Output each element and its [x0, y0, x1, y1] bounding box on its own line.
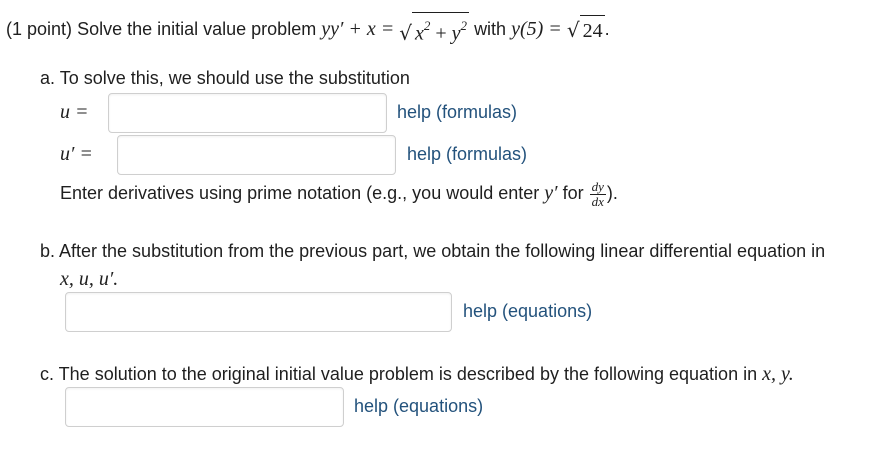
fraction-numerator: dy — [589, 178, 606, 195]
problem-statement: (1 point) Solve the initial value proble… — [6, 12, 610, 45]
points-label: (1 point) — [6, 19, 73, 40]
help-formulas-link-2[interactable]: help (formulas) — [407, 144, 527, 165]
dy-dx-fraction: dy dx — [589, 178, 606, 209]
part-a-prompt: a. To solve this, we should use the subs… — [40, 68, 410, 88]
exponent-y: 2 — [460, 18, 468, 33]
note-close: ). — [606, 183, 618, 203]
u-label: u = — [60, 101, 89, 123]
exponent-x: 2 — [423, 18, 431, 33]
help-equations-link-b[interactable]: help (equations) — [463, 301, 592, 322]
linear-equation-input[interactable] — [65, 292, 452, 332]
part-c-prompt: c. The solution to the original initial … — [40, 363, 794, 386]
u-substitution-input[interactable] — [108, 93, 387, 133]
part-c-variables: x, y. — [762, 363, 794, 385]
u-prime-label: u′ = — [60, 143, 93, 165]
note-for: for — [562, 183, 584, 203]
with-label: with — [474, 19, 507, 40]
note-y-prime: y′ — [544, 182, 558, 204]
radicand-x: x — [414, 22, 424, 45]
help-formulas-link-1[interactable]: help (formulas) — [397, 102, 517, 123]
equation-lhs: yy′ + x = — [321, 18, 395, 41]
help-equations-link-c[interactable]: help (equations) — [354, 396, 483, 417]
part-b-variables: x, u, u′. — [60, 268, 119, 290]
radicand-y: y — [451, 22, 461, 45]
plus-sign: + — [430, 22, 452, 45]
radical-sign-icon: √ — [566, 17, 580, 42]
initial-value-root: √ 24 — [566, 14, 605, 46]
statement-period: . — [604, 19, 610, 40]
initial-condition-lhs: y(5) = — [511, 18, 562, 41]
note-text: Enter derivatives using prime notation (… — [60, 183, 540, 203]
u-prime-input[interactable] — [117, 135, 396, 175]
part-c-text: c. The solution to the original initial … — [40, 364, 758, 384]
solution-equation-input[interactable] — [65, 387, 344, 427]
radical-sign-icon: √ — [399, 20, 412, 45]
fraction-denominator: dx — [591, 193, 604, 209]
part-b-prompt: b. After the substitution from the previ… — [40, 241, 826, 261]
initial-value: 24 — [579, 14, 605, 46]
derivative-note: Enter derivatives using prime notation (… — [60, 176, 618, 210]
problem-intro: Solve the initial value problem — [77, 19, 317, 40]
square-root-expression: √ x2 + y2 — [399, 12, 470, 49]
